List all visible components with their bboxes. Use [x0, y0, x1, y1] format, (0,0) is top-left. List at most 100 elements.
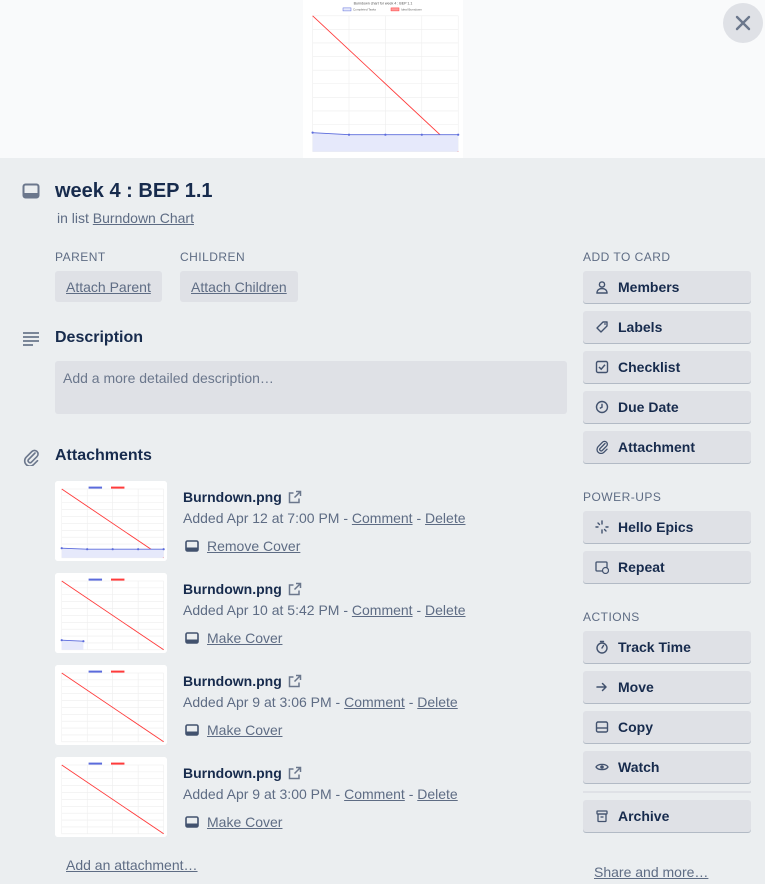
attachment-thumbnail[interactable]: [55, 757, 167, 837]
attachment-thumbnail[interactable]: [55, 573, 167, 653]
comment-link[interactable]: Comment: [352, 602, 413, 618]
burndown-chart-image: Burndown chart for week 4 : BEP 1.1 Compl…: [303, 0, 463, 158]
delete-link[interactable]: Delete: [417, 786, 457, 802]
description-title: Description: [55, 329, 144, 346]
parent-label: PARENT: [55, 250, 106, 264]
card-cover: Burndown chart for week 4 : BEP 1.1 Compl…: [0, 0, 765, 158]
copy-button[interactable]: Copy: [583, 711, 751, 743]
legend-swatch-completed: [88, 762, 103, 765]
watch-button[interactable]: Watch: [583, 751, 751, 783]
attachment-thumbnail[interactable]: [55, 481, 167, 561]
card-cover-icon: [185, 724, 199, 736]
separator: -: [408, 694, 414, 710]
cover-toggle[interactable]: Make Cover: [185, 814, 282, 830]
attachment-name-row[interactable]: Burndown.png: [183, 489, 302, 505]
comment-link[interactable]: Comment: [352, 510, 413, 526]
archive-label: Archive: [618, 808, 670, 824]
attachment-name[interactable]: Burndown.png: [183, 765, 282, 781]
paperclip-icon: [23, 449, 39, 466]
attachment-thumbnail[interactable]: [55, 665, 167, 745]
completed-point: [82, 640, 85, 643]
watch-label: Watch: [618, 759, 660, 775]
attach-children-button[interactable]: Attach Children: [180, 271, 298, 302]
repeat-label: Repeat: [618, 559, 665, 575]
repeat-button[interactable]: Repeat: [583, 551, 751, 583]
attachment-name[interactable]: Burndown.png: [183, 673, 282, 689]
completed-point: [60, 547, 63, 550]
delete-link[interactable]: Delete: [417, 694, 457, 710]
hello-epics-label: Hello Epics: [618, 519, 694, 535]
power-ups-label: POWER-UPS: [583, 490, 662, 504]
separator: -: [408, 786, 414, 802]
external-link-icon[interactable]: [288, 490, 302, 504]
cover-action-label[interactable]: Remove Cover: [207, 538, 300, 554]
cover-image[interactable]: Burndown chart for week 4 : BEP 1.1 Compl…: [303, 0, 463, 158]
completed-point: [384, 133, 387, 136]
archive-button[interactable]: Archive: [583, 800, 751, 832]
legend-completed: Completed Tasks: [353, 8, 376, 12]
attachment-name-row[interactable]: Burndown.png: [183, 673, 302, 689]
delete-link[interactable]: Delete: [425, 602, 465, 618]
attach-parent-button[interactable]: Attach Parent: [55, 271, 162, 302]
move-button[interactable]: Move: [583, 671, 751, 703]
add-attachment-link[interactable]: Add an attachment…: [66, 857, 198, 873]
track-time-button[interactable]: Track Time: [583, 631, 751, 663]
attachment-name[interactable]: Burndown.png: [183, 581, 282, 597]
members-button[interactable]: Members: [583, 271, 751, 303]
delete-link[interactable]: Delete: [425, 510, 465, 526]
list-location: in list Burndown Chart: [57, 210, 194, 226]
completed-point: [137, 548, 140, 551]
attachment-name-row[interactable]: Burndown.png: [183, 581, 302, 597]
stopwatch-icon: [595, 640, 609, 654]
close-button[interactable]: [723, 3, 763, 43]
completed-point: [60, 639, 63, 642]
chart-title: Burndown chart for week 4 : BEP 1.1: [354, 1, 413, 5]
separator: -: [416, 602, 422, 618]
attachments-title: Attachments: [55, 447, 152, 464]
card-icon: [595, 720, 609, 734]
external-link-icon[interactable]: [288, 582, 302, 596]
arrow-right-icon: [595, 680, 609, 694]
card-cover-icon: [185, 632, 199, 644]
completed-point: [86, 548, 89, 551]
paperclip-icon: [595, 440, 609, 454]
card-icon: [22, 183, 40, 199]
card-title[interactable]: week 4 : BEP 1.1: [55, 180, 213, 203]
completed-point: [420, 133, 423, 136]
tag-icon: [595, 320, 609, 334]
share-and-more-link[interactable]: Share and more…: [594, 864, 708, 880]
list-link[interactable]: Burndown Chart: [93, 210, 194, 226]
checklist-label: Checklist: [618, 359, 681, 375]
legend-swatch-completed: [88, 486, 103, 489]
members-label: Members: [618, 279, 680, 295]
copy-label: Copy: [618, 719, 653, 735]
labels-button[interactable]: Labels: [583, 311, 751, 343]
external-link-icon[interactable]: [288, 674, 302, 688]
comment-link[interactable]: Comment: [344, 786, 405, 802]
clock-icon: [595, 400, 609, 414]
cover-action-label[interactable]: Make Cover: [207, 630, 282, 646]
cover-toggle[interactable]: Remove Cover: [185, 538, 300, 554]
completed-area: [61, 640, 84, 650]
attachment-meta: Added Apr 12 at 7:00 PM - Comment - Dele…: [183, 510, 466, 526]
cover-action-label[interactable]: Make Cover: [207, 814, 282, 830]
completed-point: [347, 133, 351, 136]
attachment-button[interactable]: Attachment: [583, 431, 751, 463]
external-link-icon[interactable]: [288, 766, 302, 780]
cover-toggle[interactable]: Make Cover: [185, 722, 282, 738]
attachment-name-row[interactable]: Burndown.png: [183, 765, 302, 781]
cover-action-label[interactable]: Make Cover: [207, 722, 282, 738]
due-date-button[interactable]: Due Date: [583, 391, 751, 423]
hello-epics-button[interactable]: Hello Epics: [583, 511, 751, 543]
comment-link[interactable]: Comment: [344, 694, 405, 710]
checklist-button[interactable]: Checklist: [583, 351, 751, 383]
attachment-added: Added Apr 12 at 7:00 PM -: [183, 510, 348, 526]
description-input[interactable]: Add a more detailed description…: [55, 361, 567, 414]
separator: -: [416, 510, 422, 526]
checkbox-icon: [595, 360, 609, 374]
completed-point: [111, 548, 114, 551]
in-list-prefix: in list: [57, 210, 89, 226]
attachment-name[interactable]: Burndown.png: [183, 489, 282, 505]
legend-ideal: Ideal Burndown: [401, 8, 422, 12]
cover-toggle[interactable]: Make Cover: [185, 630, 282, 646]
